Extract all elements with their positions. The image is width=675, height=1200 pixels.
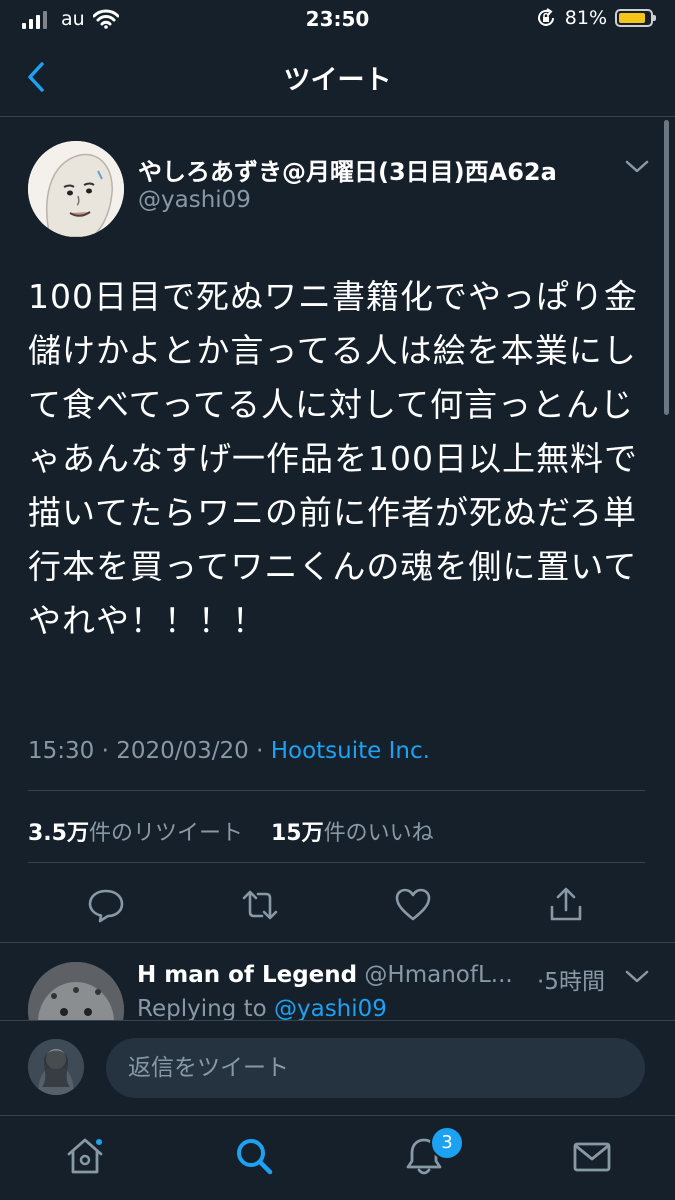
retweet-icon[interactable] xyxy=(240,885,280,925)
retweet-label[interactable]: 件のリツイート xyxy=(89,821,243,846)
retweet-count[interactable]: 3.5万 xyxy=(28,821,89,846)
divider xyxy=(28,790,645,791)
user-avatar-image xyxy=(28,1039,84,1095)
replying-to: Replying to @yashi09 xyxy=(137,996,387,1022)
scrollbar[interactable] xyxy=(664,120,669,415)
author-avatar[interactable] xyxy=(28,141,124,237)
search-icon[interactable] xyxy=(232,1134,276,1178)
author-handle[interactable]: @yashi09 xyxy=(138,187,251,213)
reply-compose-bar: 返信をツイート xyxy=(0,1020,675,1116)
reply-header: H man of Legend @HmanofL... ·5時間 xyxy=(137,962,627,995)
status-bar: au 23:50 81% xyxy=(0,0,675,38)
like-label[interactable]: 件のいいね xyxy=(324,821,434,846)
replying-to-mention[interactable]: @yashi09 xyxy=(274,996,387,1022)
tweet-stats: 3.5万件のリツイート 15万件のいいね xyxy=(28,815,434,847)
tweet-text: 100日目で死ぬワニ書籍化でやっぱり金儲けかよとか言ってる人は絵を本業にして食べ… xyxy=(28,277,638,640)
notifications-badge[interactable]: 3 xyxy=(430,1126,464,1160)
reply-author-name[interactable]: H man of Legend xyxy=(137,962,357,988)
tweet-actions xyxy=(0,885,675,925)
status-right: 81% xyxy=(535,7,656,29)
like-count[interactable]: 15万 xyxy=(271,821,324,846)
messages-envelope-icon[interactable] xyxy=(570,1134,614,1178)
like-heart-icon[interactable] xyxy=(393,885,433,925)
tweet-meta: 15:30 · 2020/03/20 · Hootsuite Inc. xyxy=(28,738,430,764)
reply-time: ·5時間 xyxy=(537,969,605,995)
replying-to-prefix: Replying to xyxy=(137,996,274,1022)
header: ツイート xyxy=(0,38,675,117)
author-avatar-image xyxy=(28,141,124,237)
tab-bar: 3 xyxy=(0,1115,675,1200)
battery-percent: 81% xyxy=(564,7,607,29)
reply-icon[interactable] xyxy=(86,885,126,925)
reply-input[interactable]: 返信をツイート xyxy=(106,1038,645,1098)
battery-icon xyxy=(615,9,656,27)
page-title: ツイート xyxy=(283,65,392,96)
home-icon[interactable] xyxy=(63,1134,107,1178)
chevron-down-icon[interactable] xyxy=(624,158,650,176)
tweet-timestamp: 15:30 · 2020/03/20 · xyxy=(28,738,271,764)
user-avatar[interactable] xyxy=(28,1039,84,1095)
chevron-down-icon[interactable] xyxy=(624,968,650,986)
tweet-source-link[interactable]: Hootsuite Inc. xyxy=(271,738,430,764)
share-icon[interactable] xyxy=(546,885,586,925)
tweet-detail-screen: au 23:50 81% ツイート やしろあずき@月曜日(3日目)西A62a @… xyxy=(0,0,675,1200)
reply-author-handle[interactable]: @HmanofL... xyxy=(364,962,512,988)
rotation-lock-icon xyxy=(537,8,554,26)
author-name[interactable]: やしろあずき@月曜日(3日目)西A62a xyxy=(138,152,557,187)
divider xyxy=(28,862,645,863)
section-separator xyxy=(0,942,675,943)
